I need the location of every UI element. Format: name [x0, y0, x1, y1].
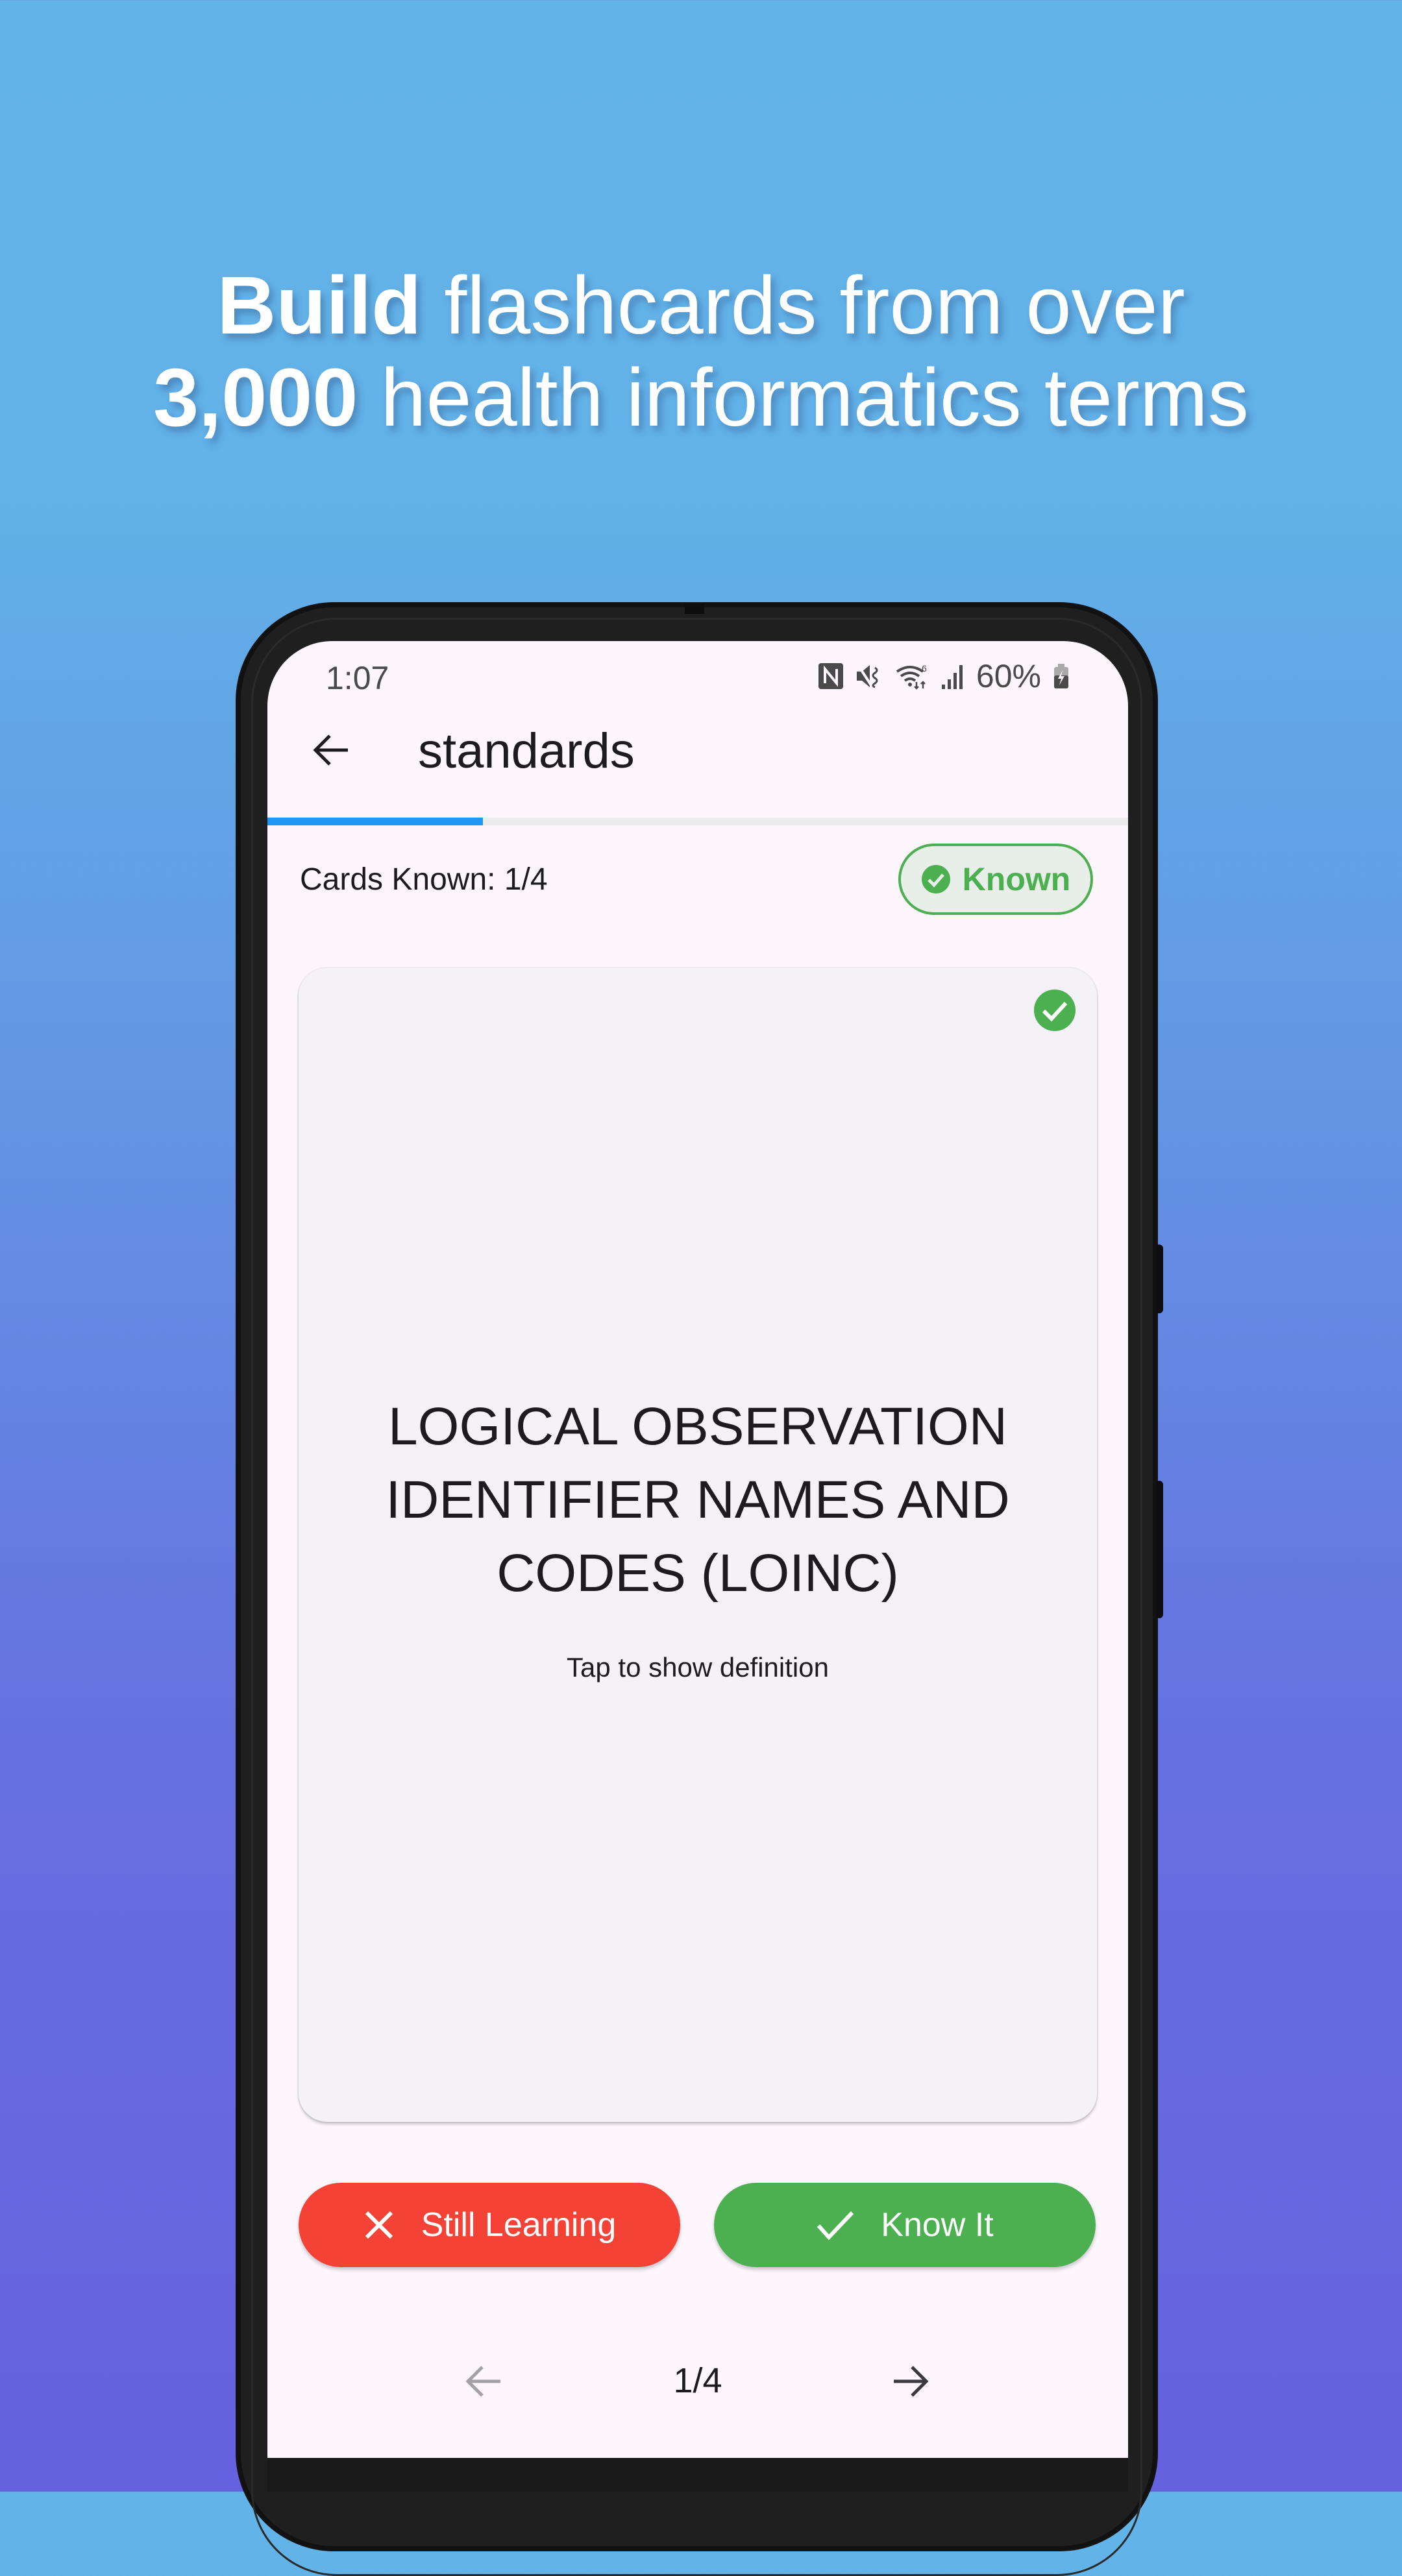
next-card-button[interactable]	[878, 2349, 943, 2414]
headline-line-2: 3,000 health informatics terms	[0, 352, 1402, 444]
check-circle-icon	[1034, 990, 1076, 1031]
signal-icon	[941, 662, 965, 690]
card-known-indicator	[1033, 989, 1076, 1035]
battery-percent: 60%	[976, 658, 1041, 694]
nfc-icon	[818, 662, 844, 690]
arrow-back-icon	[313, 735, 348, 766]
know-it-button[interactable]: Know It	[714, 2183, 1096, 2267]
app-screen: 1:07 6 60% standards Cards Known: 1/4 Kn…	[267, 641, 1128, 2492]
arrow-back-icon	[465, 2366, 500, 2397]
phone-notch	[685, 603, 704, 614]
still-learning-label: Still Learning	[421, 2206, 617, 2244]
previous-card-button[interactable]	[451, 2349, 516, 2414]
phone-side-button-power	[1157, 1245, 1163, 1313]
flashcard-hint: Tap to show definition	[567, 1652, 829, 1683]
check-circle-icon	[921, 865, 950, 893]
svg-text:6: 6	[922, 663, 927, 674]
known-filter-chip[interactable]: Known	[898, 844, 1093, 915]
marketing-headline: Build flashcards from over 3,000 health …	[0, 260, 1402, 444]
known-chip-label: Known	[962, 861, 1071, 897]
status-icons: 6 60%	[818, 658, 1070, 694]
system-nav-bar	[267, 2458, 1128, 2492]
know-it-label: Know It	[881, 2206, 994, 2244]
headline-text-2: health informatics terms	[358, 352, 1249, 443]
flashcard[interactable]: LOGICAL OBSERVATION IDENTIFIER NAMES AND…	[299, 968, 1097, 2122]
status-time: 1:07	[326, 660, 389, 696]
progress-bar	[267, 818, 1128, 825]
wifi-6-icon: 6	[896, 662, 929, 690]
check-icon	[817, 2211, 854, 2241]
close-icon	[365, 2211, 393, 2239]
back-button[interactable]	[299, 718, 363, 783]
progress-bar-fill	[267, 818, 483, 825]
headline-bold-1: Build	[217, 260, 422, 351]
headline-bold-2: 3,000	[153, 352, 358, 443]
arrow-forward-icon	[894, 2366, 929, 2397]
headline-line-1: Build flashcards from over	[0, 260, 1402, 352]
phone-side-button-volume	[1157, 1481, 1163, 1618]
flashcard-term: LOGICAL OBSERVATION IDENTIFIER NAMES AND…	[386, 1397, 1010, 1603]
cards-known-count: Cards Known: 1/4	[300, 862, 548, 897]
headline-text-1: flashcards from over	[421, 260, 1185, 351]
still-learning-button[interactable]: Still Learning	[299, 2183, 680, 2267]
mute-icon	[855, 662, 884, 690]
page-indicator: 1/4	[673, 2361, 722, 2400]
page-title: standards	[418, 723, 635, 779]
battery-charging-icon	[1053, 662, 1070, 690]
